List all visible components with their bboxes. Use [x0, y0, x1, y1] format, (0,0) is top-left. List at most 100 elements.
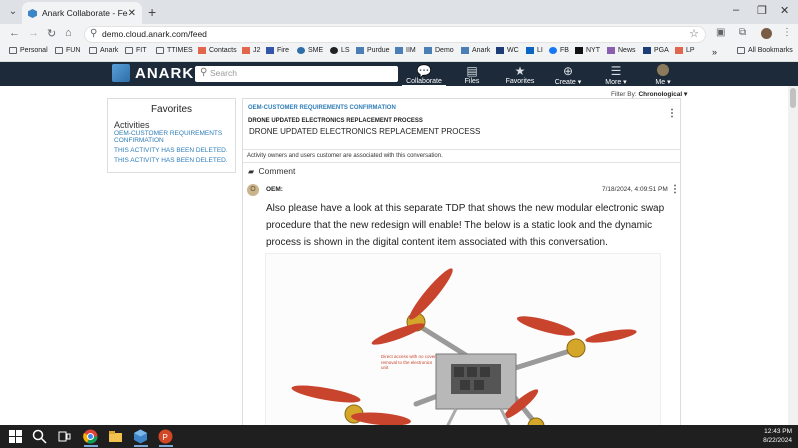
- nav-more[interactable]: ☰ More ▾: [594, 64, 638, 86]
- bookmark-folder[interactable]: FIT: [125, 47, 147, 54]
- chrome-active-indicator: [84, 445, 98, 447]
- conversation-more-icon[interactable]: ⋮: [667, 108, 677, 119]
- nav-label: Create ▾: [554, 79, 582, 86]
- nav-favorites[interactable]: ★ Favorites: [498, 64, 542, 85]
- search-icon[interactable]: [32, 429, 47, 444]
- conversation-activity-link[interactable]: OEM-CUSTOMER REQUIREMENTS CONFIRMATION: [248, 105, 396, 111]
- page-scrollbar[interactable]: [788, 86, 798, 425]
- tab-list-chevron-icon[interactable]: ⌄: [6, 5, 20, 19]
- feed-page: Filter By: Chronological ▾ Favorites Act…: [0, 86, 798, 425]
- cast-icon[interactable]: ▣: [716, 27, 725, 38]
- favorites-title: Favorites: [150, 104, 193, 115]
- contacts-favicon-icon: [198, 47, 206, 54]
- tab-title: Anark Collaborate - Feed: [42, 8, 128, 18]
- fire-favicon-icon: [266, 47, 274, 54]
- bookmark-folder[interactable]: Personal: [9, 47, 48, 54]
- nav-collaborate[interactable]: 💬 Collaborate: [402, 64, 446, 87]
- bookmark-link[interactable]: WC: [496, 47, 519, 54]
- conversation-subtitle: DRONE UPDATED ELECTRONICS REPLACEMENT PR…: [248, 118, 423, 124]
- bookmark-link[interactable]: Contacts: [198, 47, 237, 54]
- profile-avatar[interactable]: [761, 28, 772, 39]
- url-text[interactable]: demo.cloud.anark.com/feed: [102, 29, 207, 39]
- bookmarks-overflow-icon[interactable]: »: [712, 47, 717, 57]
- favorite-activity-link[interactable]: THIS ACTIVITY HAS BEEN DELETED.: [114, 157, 235, 164]
- bookmark-link[interactable]: LS: [330, 47, 350, 54]
- bookmark-folder[interactable]: Anark: [89, 47, 118, 54]
- hamburger-icon: ☰: [610, 64, 622, 78]
- conversation-header: OEM-CUSTOMER REQUIREMENTS CONFIRMATION D…: [243, 99, 680, 150]
- logo-text: ANARK: [135, 64, 195, 82]
- bookmark-link[interactable]: Demo: [424, 47, 454, 54]
- folder-icon: [55, 47, 63, 54]
- nav-create[interactable]: ⊕ Create ▾: [546, 64, 590, 86]
- scrollbar-thumb[interactable]: [790, 88, 796, 108]
- search-input[interactable]: ⚲ Search: [195, 66, 398, 82]
- bookmark-link[interactable]: Fire: [266, 47, 289, 54]
- browser-menu-icon[interactable]: ⋮: [782, 27, 792, 38]
- author-avatar[interactable]: O: [247, 184, 259, 196]
- tab-close-icon[interactable]: ✕: [128, 8, 136, 19]
- site-info-icon[interactable]: ⚲: [90, 28, 97, 39]
- favorite-activity-link[interactable]: OEM-CUSTOMER REQUIREMENTS CONFIRMATION: [114, 130, 235, 144]
- bookmark-link[interactable]: NYT: [575, 47, 600, 54]
- new-tab-plus-icon[interactable]: +: [148, 4, 156, 20]
- search-placeholder: Search: [210, 68, 237, 78]
- anark-logo[interactable]: ANARK: [112, 64, 194, 82]
- filter-value[interactable]: Chronological ▾: [638, 91, 687, 98]
- filter-by[interactable]: Filter By: Chronological ▾: [611, 90, 687, 98]
- home-icon[interactable]: ⌂: [65, 27, 72, 39]
- conversation-card: OEM-CUSTOMER REQUIREMENTS CONFIRMATION D…: [242, 98, 681, 180]
- restore-icon[interactable]: ❐: [757, 4, 767, 17]
- bookmark-folder[interactable]: TTIMES: [156, 47, 193, 54]
- bookmark-link[interactable]: Anark: [461, 47, 490, 54]
- news-favicon-icon: [607, 47, 615, 54]
- activities-heading: Activities: [114, 120, 150, 130]
- demo-favicon-icon: [424, 47, 432, 54]
- favorites-panel: Favorites Activities OEM-CUSTOMER REQUIR…: [107, 98, 236, 173]
- file-explorer-icon[interactable]: [108, 429, 123, 444]
- bookmark-link[interactable]: LI: [526, 47, 543, 54]
- windows-start-icon[interactable]: [8, 429, 23, 444]
- bookmark-link[interactable]: J2: [242, 47, 260, 54]
- filter-label: Filter By:: [611, 91, 637, 98]
- all-bookmarks-folder[interactable]: All Bookmarks: [737, 47, 793, 54]
- bookmark-link[interactable]: SME: [297, 47, 323, 54]
- linkedin-favicon-icon: [526, 47, 534, 54]
- bookmark-link[interactable]: IIM: [395, 47, 416, 54]
- comment-label: Comment: [258, 166, 296, 176]
- system-clock[interactable]: 12:43 PM 8/22/2024: [763, 428, 792, 445]
- task-view-icon[interactable]: [57, 429, 72, 444]
- folder-icon: [156, 47, 164, 54]
- anark-favicon-icon: [461, 47, 469, 54]
- favorite-activity-link[interactable]: THIS ACTIVITY HAS BEEN DELETED.: [114, 147, 235, 154]
- anark-app-icon[interactable]: [133, 429, 148, 444]
- bookmark-folder[interactable]: FUN: [55, 47, 80, 54]
- minimize-icon[interactable]: –: [733, 4, 739, 16]
- powerpoint-icon[interactable]: P: [158, 429, 173, 444]
- bookmark-link[interactable]: News: [607, 47, 636, 54]
- extensions-icon[interactable]: ⧉: [739, 27, 746, 38]
- conversation-note: Activity owners and users customer are a…: [243, 150, 680, 163]
- address-bar[interactable]: ⚲ demo.cloud.anark.com/feed ☆: [84, 26, 706, 43]
- nav-files[interactable]: ▤ Files: [450, 64, 494, 85]
- reload-icon[interactable]: ↻: [47, 27, 56, 40]
- search-icon: ⚲: [200, 67, 208, 78]
- comment-button[interactable]: ▰ Comment: [243, 163, 680, 179]
- plus-circle-icon: ⊕: [562, 64, 574, 78]
- chrome-icon[interactable]: [83, 429, 98, 444]
- forward-arrow-icon[interactable]: →: [28, 27, 39, 39]
- window-close-icon[interactable]: ✕: [780, 4, 789, 17]
- drone-image[interactable]: Direct access with no cover removal to t…: [265, 253, 661, 425]
- bookmark-link[interactable]: LP: [675, 47, 695, 54]
- browser-tab[interactable]: Anark Collaborate - Feed ✕: [22, 2, 142, 24]
- folder-icon: [9, 47, 17, 54]
- post-more-icon[interactable]: ⋮: [670, 184, 680, 195]
- back-arrow-icon[interactable]: ←: [9, 27, 20, 39]
- bookmark-link[interactable]: FB: [549, 47, 569, 54]
- nav-me[interactable]: Me ▾: [641, 64, 685, 86]
- bookmark-star-icon[interactable]: ☆: [689, 27, 699, 40]
- powerpoint-active-indicator: [159, 445, 173, 447]
- nav-label: Collaborate: [406, 78, 442, 85]
- bookmark-link[interactable]: Purdue: [356, 47, 390, 54]
- bookmark-link[interactable]: PGA: [643, 47, 669, 54]
